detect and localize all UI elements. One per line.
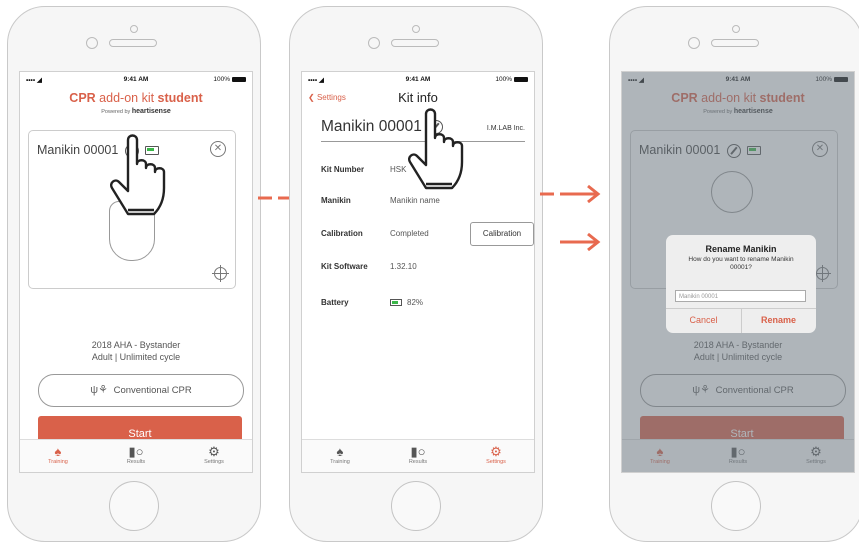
tab-settings[interactable]: ⚙ Settings [184, 444, 244, 465]
app-title: CPR add-on kit student [20, 91, 252, 105]
cpr-mode-icon: ψ⚘ [90, 384, 108, 396]
powered-by-text: Powered by [101, 109, 132, 115]
kit-software-label: Kit Software [321, 262, 368, 271]
battery-percent: 100% [213, 76, 230, 83]
tap-hand-icon [110, 134, 166, 216]
protocol-line-1: 2018 AHA - Bystander [91, 340, 181, 350]
brand-name: heartisense [131, 108, 171, 115]
phone-frame-2: •••• ◢ 9:41 AM 100% ❮ Settings Kit info … [289, 6, 543, 542]
manikin-value: Manikin name [390, 196, 440, 205]
camera-dot [412, 25, 420, 33]
battery-icon [514, 76, 528, 82]
tab-training-label: Training [330, 459, 350, 465]
manikin-label: Manikin [321, 196, 351, 205]
dialog-message: How do you want to rename Manikin 00001? [688, 256, 794, 271]
training-icon: ♠ [336, 444, 344, 459]
close-icon[interactable]: ✕ [210, 141, 226, 157]
rename-button[interactable]: Rename [741, 315, 816, 325]
battery-icon [232, 76, 246, 82]
tab-settings-label: Settings [204, 459, 224, 465]
front-camera [688, 37, 700, 49]
camera-dot [732, 25, 740, 33]
results-icon: ▮○ [128, 444, 144, 459]
battery-icon [390, 299, 402, 307]
dialog-title: Rename Manikin [705, 244, 777, 254]
camera-dot [130, 25, 138, 33]
calibration-label: Calibration [321, 229, 363, 238]
home-button [391, 481, 441, 531]
earpiece-speaker [711, 39, 759, 47]
tab-results-label: Results [126, 459, 146, 465]
crosshair-icon[interactable] [212, 265, 229, 282]
title-student: student [157, 91, 203, 105]
gear-icon: ⚙ [208, 444, 220, 459]
tab-results[interactable]: ▮○ Results [388, 444, 448, 465]
tap-hand-icon [408, 108, 464, 190]
battery-percent: 100% [495, 76, 512, 83]
battery-value: 82% [407, 298, 424, 307]
tab-bar: ♠Training ▮○Results ⚙Settings [302, 439, 534, 472]
tab-training[interactable]: ♠ Training [28, 444, 88, 465]
tab-results-label: Results [408, 459, 428, 465]
rename-dialog: Rename Manikin How do you want to rename… [666, 235, 816, 333]
cpr-mode-button[interactable]: ψ⚘ Conventional CPR [38, 374, 244, 407]
results-icon: ▮○ [410, 444, 426, 459]
powered-by: Powered by heartisense [20, 108, 252, 115]
page-title: Kit info [398, 90, 438, 105]
protocol-line-2: Adult | Unlimited cycle [91, 352, 181, 362]
flow-arrows [540, 184, 601, 252]
status-bar: •••• ◢ 9:41 AM 100% [302, 76, 534, 86]
title-addon: add-on kit [95, 91, 158, 105]
protocol-info[interactable]: 2018 AHA - Bystander Adult | Unlimited c… [20, 339, 252, 363]
home-button [711, 481, 761, 531]
front-camera [86, 37, 98, 49]
gear-icon: ⚙ [490, 444, 502, 459]
tab-settings-label: Settings [486, 459, 506, 465]
tab-settings[interactable]: ⚙ Settings [466, 444, 526, 465]
battery-value-row: 82% [390, 298, 423, 307]
tab-results[interactable]: ▮○ Results [106, 444, 166, 465]
battery-status: 100% [213, 76, 246, 83]
kit-number-label: Kit Number [321, 165, 365, 174]
battery-label: Battery [321, 298, 349, 307]
earpiece-speaker [109, 39, 157, 47]
cancel-button[interactable]: Cancel [666, 315, 741, 325]
tab-training[interactable]: ♠ Training [310, 444, 370, 465]
phone-frame-3: •••• ◢ 9:41 AM 100% CPR add-on kit stude… [609, 6, 859, 542]
tab-training-label: Training [48, 459, 68, 465]
kit-software-value: 1.32.10 [390, 262, 417, 271]
earpiece-speaker [391, 39, 439, 47]
title-cpr: CPR [69, 91, 96, 105]
front-camera [368, 37, 380, 49]
home-button [109, 481, 159, 531]
calibration-button[interactable]: Calibration [470, 222, 534, 246]
training-icon: ♠ [54, 444, 62, 459]
tab-bar: ♠Training ▮○Results ⚙Settings [20, 439, 252, 472]
screen-rename-dialog: •••• ◢ 9:41 AM 100% CPR add-on kit stude… [621, 71, 855, 473]
cpr-mode-label: Conventional CPR [113, 385, 192, 396]
calibration-value: Completed [390, 229, 429, 238]
phone-frame-1: •••• ◢ 9:41 AM 100% CPR add-on kit stude… [7, 6, 261, 542]
status-bar: •••• ◢ 9:41 AM 100% [20, 76, 252, 86]
maker-name: I.M.LAB Inc. [486, 125, 525, 132]
battery-status: 100% [495, 76, 528, 83]
rename-input[interactable]: Manikin 00001 [675, 290, 806, 302]
screen-training: •••• ◢ 9:41 AM 100% CPR add-on kit stude… [19, 71, 253, 473]
